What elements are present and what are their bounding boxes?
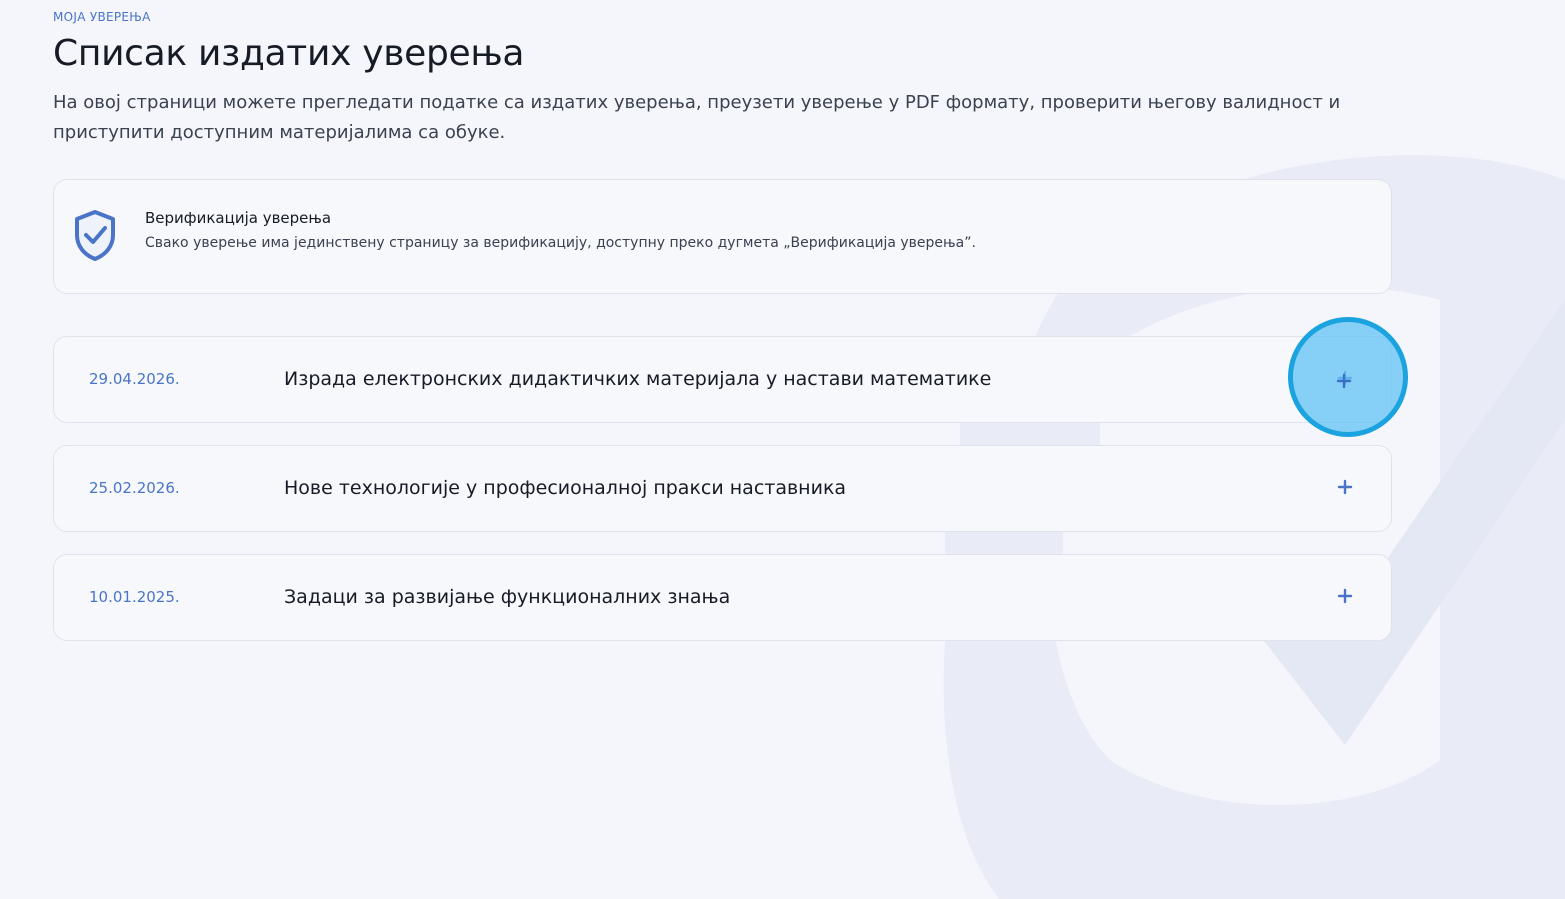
breadcrumb: МОЈА УВЕРЕЊА — [53, 10, 151, 24]
expand-certificate-button[interactable] — [1328, 579, 1362, 613]
verification-info-card: Верификација уверења Свако уверење има ј… — [53, 179, 1392, 294]
page-description: На овој страници можете прегледати подат… — [53, 92, 1341, 143]
page-title: Списак издатих уверења — [53, 33, 525, 74]
verification-title: Верификација уверења — [145, 209, 332, 227]
certificate-date: 25.02.2026. — [89, 479, 180, 497]
plus-icon — [1337, 588, 1353, 604]
plus-icon — [1337, 370, 1353, 386]
plus-icon — [1337, 479, 1353, 495]
expand-certificate-button[interactable] — [1328, 470, 1362, 504]
shield-check-icon — [72, 209, 118, 263]
certificate-title: Нове технологије у професионалној пракси… — [284, 477, 847, 499]
expand-certificate-button[interactable] — [1328, 361, 1362, 395]
verification-description: Свако уверење има јединствену страницу з… — [145, 235, 976, 251]
certificate-date: 29.04.2026. — [89, 370, 180, 388]
certificate-row[interactable]: 25.02.2026. Нове технологије у професион… — [53, 445, 1392, 532]
certificate-date: 10.01.2025. — [89, 588, 180, 606]
certificate-row[interactable]: 10.01.2025. Задаци за развијање функцион… — [53, 554, 1392, 641]
certificate-row[interactable]: 29.04.2026. Израда електронских дидактич… — [53, 336, 1392, 423]
certificate-title: Задаци за развијање функционалних знања — [284, 586, 731, 608]
certificate-title: Израда електронских дидактичких материја… — [284, 368, 992, 390]
